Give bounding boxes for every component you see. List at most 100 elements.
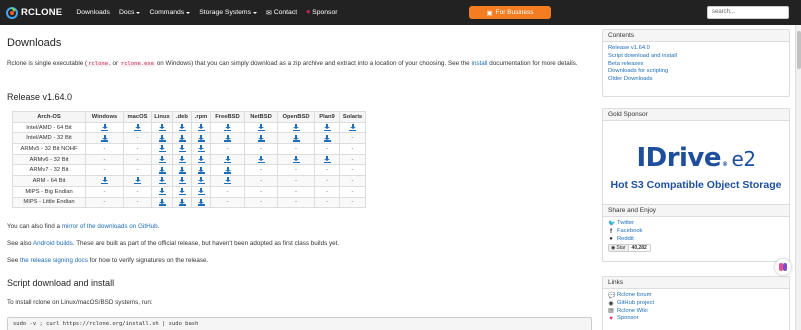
nav-downloads[interactable]: Downloads xyxy=(76,9,110,16)
install-command-block[interactable]: sudo -v ; curl https://rclone.org/instal… xyxy=(7,317,592,330)
table-row: ARM - 64 Bit - - - - xyxy=(12,175,366,187)
nav-sponsor[interactable]: ♥ Sponsor xyxy=(306,9,337,16)
download-cell[interactable] xyxy=(151,143,173,155)
twitter-link[interactable]: 🐦 Twitter xyxy=(608,220,784,228)
nav-sponsor-label: Sponsor xyxy=(312,9,338,16)
reddit-link[interactable]: ● Reddit xyxy=(608,236,784,244)
page-scrollbar[interactable] xyxy=(795,25,801,330)
wiki-icon: ▤ xyxy=(608,308,614,315)
scrollbar-thumb[interactable] xyxy=(797,31,801,69)
nav-contact-label: Contact xyxy=(273,9,298,16)
download-cell[interactable] xyxy=(191,153,211,166)
download-cell[interactable] xyxy=(172,185,192,198)
download-cell[interactable] xyxy=(172,164,192,177)
download-cell[interactable] xyxy=(151,185,173,198)
unavailable-cell: - xyxy=(85,143,124,155)
android-builds-link[interactable]: Android builds xyxy=(33,240,73,247)
facebook-link[interactable]: f Facebook xyxy=(608,228,784,236)
download-cell[interactable] xyxy=(123,121,152,134)
signing-docs-link[interactable]: the release signing docs xyxy=(20,257,88,264)
download-cell[interactable] xyxy=(191,164,211,177)
download-cell[interactable] xyxy=(210,153,245,166)
download-cell[interactable] xyxy=(277,121,315,134)
download-cell[interactable] xyxy=(191,175,211,187)
download-icon xyxy=(158,134,166,142)
download-cell[interactable] xyxy=(244,121,278,134)
download-cell[interactable] xyxy=(172,143,192,155)
download-icon xyxy=(323,134,331,142)
download-cell[interactable] xyxy=(172,153,192,166)
download-cell[interactable] xyxy=(151,121,173,134)
download-cell[interactable] xyxy=(191,132,211,145)
nav-storage-systems[interactable]: Storage Systems xyxy=(199,9,257,16)
sponsor-link[interactable]: ♥ Sponsor xyxy=(608,315,784,323)
intro-text-1: Rclone is single executable ( xyxy=(7,60,88,67)
download-cell[interactable] xyxy=(191,196,211,209)
contents-item[interactable]: Older Downloads xyxy=(608,76,784,84)
github-project-label: GitHub project xyxy=(617,299,655,306)
download-cell[interactable] xyxy=(85,121,124,134)
download-cell[interactable] xyxy=(210,121,245,134)
release-heading: Release v1.64.0 xyxy=(7,92,73,102)
brand-link[interactable]: RCLONE xyxy=(6,6,62,19)
download-cell[interactable] xyxy=(277,132,315,145)
download-cell[interactable] xyxy=(314,132,340,145)
download-cell[interactable] xyxy=(210,164,245,177)
search-input[interactable]: search... xyxy=(707,6,789,19)
download-cell[interactable] xyxy=(191,185,211,198)
download-cell[interactable] xyxy=(191,121,211,134)
github-project-link[interactable]: ◉ GitHub project xyxy=(608,300,784,308)
forum-label: Rclone forum xyxy=(617,292,652,298)
download-icon xyxy=(292,124,300,132)
download-cell[interactable] xyxy=(172,121,192,134)
wiki-link[interactable]: ▤ Rclone Wiki xyxy=(608,308,784,316)
download-cell[interactable] xyxy=(151,153,173,166)
download-cell[interactable] xyxy=(314,121,340,134)
contents-item[interactable]: Release v1.64.0 xyxy=(608,45,784,53)
download-icon xyxy=(224,177,231,185)
unavailable-cell: - xyxy=(244,143,278,155)
download-cell[interactable] xyxy=(151,132,173,145)
download-cell[interactable] xyxy=(339,121,366,134)
download-cell[interactable] xyxy=(277,153,315,166)
download-icon xyxy=(178,166,186,174)
download-cell[interactable] xyxy=(244,132,278,145)
download-cell[interactable] xyxy=(244,153,278,166)
github-star-button[interactable]: ◉ Star 40,282 xyxy=(608,244,651,253)
intro-text-2: , or xyxy=(109,60,120,67)
download-cell[interactable] xyxy=(85,175,124,187)
forum-link[interactable]: 💬 Rclone forum xyxy=(608,292,784,300)
intro-code-rclone-exe: rclone.exe xyxy=(119,61,156,67)
nav-contact[interactable]: ✉ Contact xyxy=(266,9,297,17)
download-cell[interactable] xyxy=(151,175,173,187)
download-cell[interactable] xyxy=(85,132,124,145)
contents-item[interactable]: Beta releases xyxy=(608,61,784,69)
floating-extension-icon[interactable] xyxy=(775,259,791,275)
idrive-sponsor-banner[interactable]: IDrive ® e2 Hot S3 Compatible Object Stora… xyxy=(603,121,789,213)
download-cell[interactable] xyxy=(172,132,192,145)
install-link[interactable]: install xyxy=(471,60,487,67)
download-cell[interactable] xyxy=(151,164,173,177)
android-text-2: . These are built as part of the officia… xyxy=(72,240,340,247)
nav-docs[interactable]: Docs xyxy=(119,9,141,16)
arch-cell: MIPS - Big Endian xyxy=(12,185,86,198)
download-cell[interactable] xyxy=(123,175,152,187)
nav-commands[interactable]: Commands xyxy=(149,9,191,16)
download-cell[interactable] xyxy=(314,153,340,166)
download-icon xyxy=(224,166,231,174)
download-icon xyxy=(158,156,166,164)
download-cell[interactable] xyxy=(172,175,192,187)
download-cell[interactable] xyxy=(191,143,211,155)
wiki-label: Rclone Wiki xyxy=(617,307,648,314)
download-cell[interactable] xyxy=(151,196,173,209)
contents-item[interactable]: Script download and install xyxy=(608,53,784,61)
github-mirror-link[interactable]: mirror of the downloads on GitHub xyxy=(62,223,158,230)
twitter-icon: 🐦 xyxy=(608,220,616,227)
download-cell[interactable] xyxy=(172,196,192,209)
download-cell[interactable] xyxy=(210,132,245,145)
download-cell[interactable] xyxy=(210,175,245,187)
unavailable-cell: - xyxy=(244,196,278,209)
contents-item[interactable]: Downloads for scripting xyxy=(608,68,784,76)
for-business-button[interactable]: ▣ For Business xyxy=(469,6,551,19)
unavailable-cell: - xyxy=(85,185,124,198)
